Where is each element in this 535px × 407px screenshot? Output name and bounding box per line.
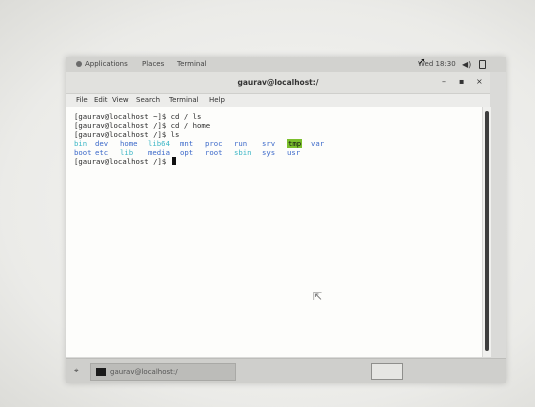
power-icon[interactable]	[479, 60, 486, 69]
places-menu[interactable]: Places	[142, 60, 164, 68]
menu-help[interactable]: Help	[209, 96, 225, 104]
applications-icon	[76, 61, 82, 67]
prompt-text: [gaurav@localhost /]$	[74, 157, 171, 166]
menu-view[interactable]: View	[112, 96, 129, 104]
ls-entry-lib: lib	[120, 148, 134, 157]
ls-entry-etc: etc	[95, 148, 109, 157]
ls-entry-mnt: mnt	[180, 139, 194, 148]
terminal-line: [gaurav@localhost /]$ cd / home	[74, 121, 211, 130]
taskbar-window-label: gaurav@localhost:/	[110, 368, 178, 376]
ls-entry-usr: usr	[287, 148, 301, 157]
mouse-pointer-icon: ➚	[418, 57, 426, 67]
ls-entry-boot: boot	[74, 148, 92, 157]
ls-entry-media: media	[148, 148, 170, 157]
maximize-button[interactable]: ▪	[459, 77, 464, 86]
scrollbar-thumb[interactable]	[485, 111, 489, 351]
ls-entry-home: home	[120, 139, 138, 148]
terminal-line: [gaurav@localhost /]$ ls	[74, 130, 180, 139]
terminal-output[interactable]: [gaurav@localhost ~]$ cd / ls [gaurav@lo…	[66, 107, 482, 357]
workspace-switcher[interactable]	[371, 363, 403, 380]
ls-entry-sys: sys	[262, 148, 276, 157]
menu-search[interactable]: Search	[136, 96, 160, 104]
ls-entry-dev: dev	[95, 139, 109, 148]
minimize-button[interactable]: –	[442, 77, 446, 86]
ls-entry-var: var	[311, 139, 325, 148]
applications-menu[interactable]: Applications	[85, 60, 128, 68]
ls-entry-lib64: lib64	[148, 139, 170, 148]
monitor-screen: Applications Places Terminal Wed 18:30 ➚…	[66, 57, 506, 383]
terminal-scrollbar[interactable]	[482, 107, 491, 357]
close-button[interactable]: ×	[476, 77, 483, 86]
menu-file[interactable]: File	[76, 96, 88, 104]
terminal-icon	[96, 368, 106, 376]
taskbar-window-button[interactable]: gaurav@localhost:/	[90, 363, 236, 381]
ls-entry-run: run	[234, 139, 248, 148]
window-titlebar[interactable]: gaurav@localhost:/ – ▪ ×	[66, 72, 490, 94]
ls-entry-root: root	[205, 148, 223, 157]
terminal-app-menu[interactable]: Terminal	[177, 60, 207, 68]
bottom-panel: ⌖ gaurav@localhost:/	[66, 358, 506, 383]
ls-entry-opt: opt	[180, 148, 194, 157]
window-title: gaurav@localhost:/	[237, 78, 319, 87]
photo-background: Applications Places Terminal Wed 18:30 ➚…	[0, 0, 535, 407]
ls-entry-bin: bin	[74, 139, 88, 148]
show-desktop-icon[interactable]: ⌖	[74, 366, 84, 376]
menu-edit[interactable]: Edit	[94, 96, 108, 104]
terminal-prompt: [gaurav@localhost /]$	[74, 157, 176, 166]
text-cursor	[171, 157, 176, 165]
ls-entry-proc: proc	[205, 139, 223, 148]
terminal-line: [gaurav@localhost ~]$ cd / ls	[74, 112, 202, 121]
menu-terminal[interactable]: Terminal	[169, 96, 199, 104]
ls-entry-tmp: tmp	[287, 139, 303, 148]
ls-entry-sbin: sbin	[234, 148, 252, 157]
volume-icon[interactable]: ◀)	[462, 60, 471, 69]
terminal-window: gaurav@localhost:/ – ▪ × File Edit View …	[66, 72, 491, 357]
mouse-cursor-icon: ⇱	[313, 290, 323, 303]
top-panel: Applications Places Terminal Wed 18:30 ➚…	[66, 57, 506, 72]
terminal-menubar: File Edit View Search Terminal Help	[66, 94, 490, 107]
ls-entry-srv: srv	[262, 139, 276, 148]
